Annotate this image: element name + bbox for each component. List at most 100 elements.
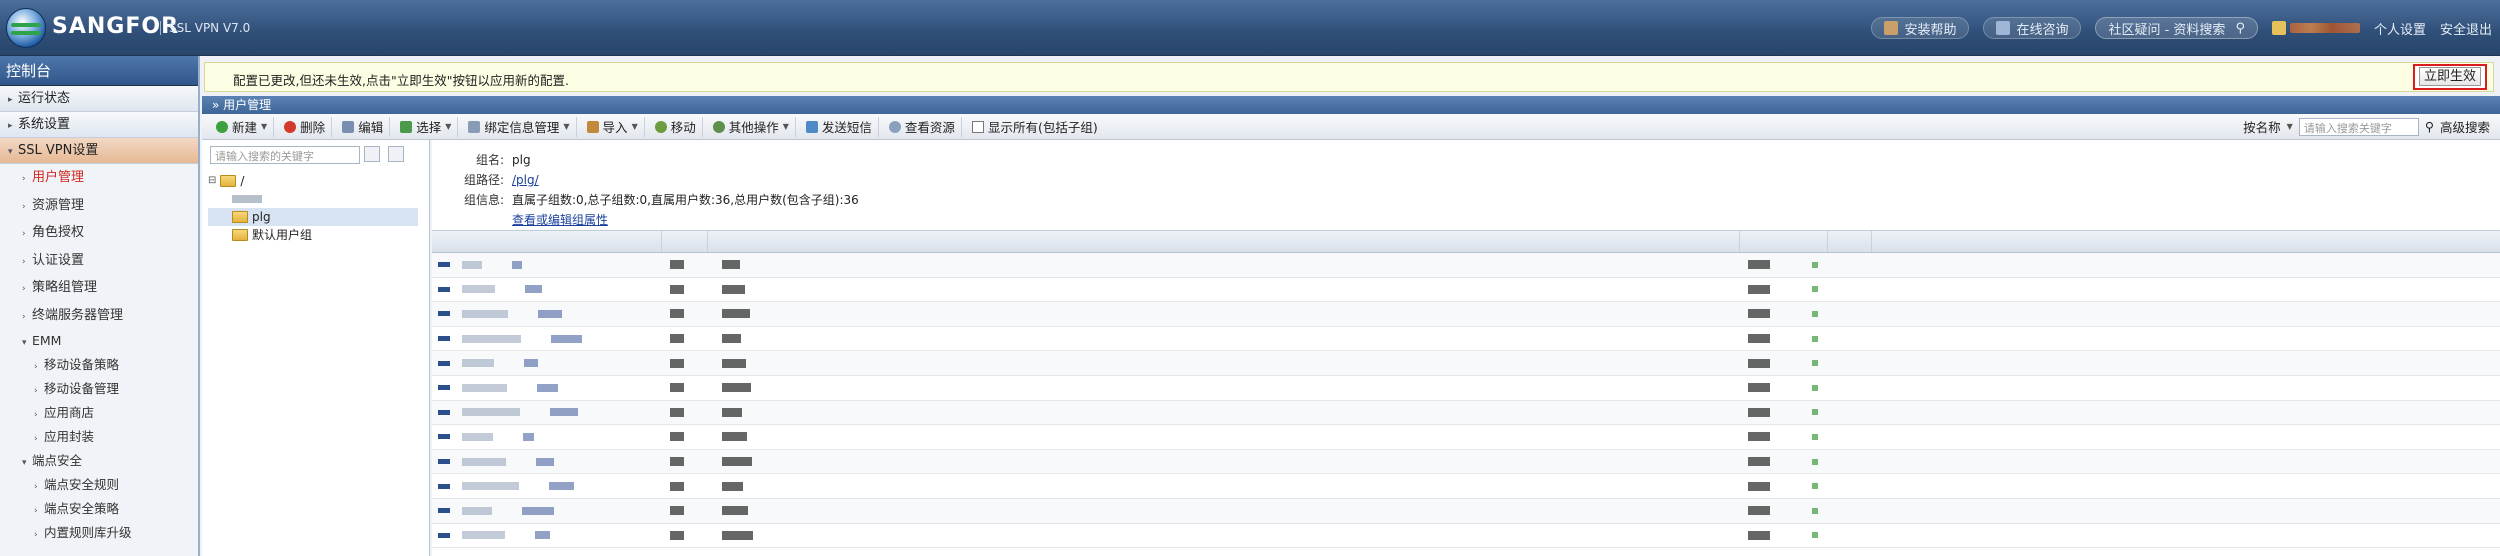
edit-label: 编辑 <box>358 120 384 135</box>
sidebar-item-policy-groups[interactable]: › 策略组管理 <box>0 274 198 302</box>
grid-header-cell[interactable] <box>432 231 662 252</box>
redacted-cell <box>462 531 505 540</box>
row-marker <box>438 459 450 465</box>
sidebar-sub-endpoint-policy[interactable]: › 端点安全策略 <box>0 497 198 521</box>
table-row[interactable] <box>432 498 2500 524</box>
redacted-cell <box>1748 432 1770 442</box>
send-sms-button[interactable]: 发送短信 <box>800 116 879 137</box>
move-button[interactable]: 移动 <box>649 116 703 137</box>
main-content: 配置已更改,但还未生效,点击"立即生效"按钮以应用新的配置. 立即生效 » 用户… <box>202 56 2500 556</box>
chevron-right-icon: › <box>34 410 38 420</box>
table-row[interactable] <box>432 524 2500 549</box>
show-all-toggle[interactable]: 显示所有(包括子组) <box>966 117 1104 137</box>
sidebar-group-endpoint[interactable]: ▾ 端点安全 <box>0 449 198 473</box>
tree-node-label: plg <box>252 210 271 224</box>
sidebar-section-sslvpn[interactable]: ▾ SSL VPN设置 <box>0 138 198 164</box>
table-row[interactable] <box>432 302 2500 327</box>
row-marker <box>438 262 450 268</box>
top-header: SANGFOR SSL VPN V7.0 安装帮助 在线咨询 社区疑问 - 资料… <box>0 0 2500 56</box>
sidebar-item-user-management[interactable]: › 用户管理 <box>0 164 198 192</box>
chevron-right-icon: › <box>22 201 26 212</box>
row-marker <box>438 311 450 317</box>
sidebar-sub-app-wrap[interactable]: › 应用封装 <box>0 425 198 449</box>
grid-header-cell[interactable] <box>1828 231 1872 252</box>
sidebar-sub-mobile-policy[interactable]: › 移动设备策略 <box>0 353 198 377</box>
tree-refresh-icon[interactable] <box>388 146 404 162</box>
table-row[interactable] <box>432 474 2500 499</box>
view-group-properties-link[interactable]: 查看或编辑组属性 <box>512 210 608 230</box>
status-icon <box>1812 335 1818 342</box>
logout-link[interactable]: 安全退出 <box>2440 19 2492 38</box>
table-row[interactable] <box>432 278 2500 303</box>
redacted-cell <box>462 383 507 392</box>
grid-header-cell[interactable] <box>1740 231 1828 252</box>
chevron-right-icon: › <box>34 530 38 540</box>
tree-search-input[interactable]: 请输入搜索的关键字 <box>210 146 360 164</box>
sidebar-item-auth[interactable]: › 认证设置 <box>0 247 198 275</box>
sidebar-sub-app-store[interactable]: › 应用商店 <box>0 401 198 425</box>
show-all-checkbox[interactable] <box>971 120 984 133</box>
select-button[interactable]: 选择 ▼ <box>394 116 459 137</box>
table-row[interactable] <box>432 449 2500 475</box>
apply-now-button[interactable]: 立即生效 <box>2413 64 2487 90</box>
table-row[interactable] <box>432 425 2500 450</box>
import-button[interactable]: 导入 ▼ <box>581 116 645 137</box>
sidebar-item-resources[interactable]: › 资源管理 <box>0 192 198 220</box>
tree-node-plg[interactable]: plg <box>208 208 418 226</box>
grid-header-cell[interactable] <box>662 231 708 252</box>
search-icon[interactable]: ⚲ <box>2425 119 2434 134</box>
view-resources-button[interactable]: 查看资源 <box>883 116 962 137</box>
sidebar-item-roles[interactable]: › 角色授权 <box>0 219 198 247</box>
community-search[interactable]: 社区疑问 - 资料搜索 ⚲ <box>2095 17 2258 39</box>
sidebar-section-system[interactable]: ▸ 系统设置 <box>0 112 198 138</box>
edit-button[interactable]: 编辑 <box>336 116 391 137</box>
status-icon <box>1812 433 1818 440</box>
sidebar-sub-endpoint-rules[interactable]: › 端点安全规则 <box>0 473 198 497</box>
online-consult-link[interactable]: 在线咨询 <box>1983 17 2082 39</box>
table-row[interactable] <box>432 351 2500 376</box>
new-button[interactable]: 新建 ▼ <box>210 116 275 137</box>
row-marker <box>438 286 450 292</box>
sidebar-sub-label: 移动设备管理 <box>44 381 120 396</box>
sidebar-section-status[interactable]: ▸ 运行状态 <box>0 86 198 112</box>
install-help-link[interactable]: 安装帮助 <box>1871 17 1970 39</box>
collapse-icon[interactable]: ⊟ <box>208 172 216 190</box>
sidebar-group-label: 端点安全 <box>32 453 83 468</box>
sidebar-sub-mobile-devices[interactable]: › 移动设备管理 <box>0 377 198 401</box>
community-search-label: 社区疑问 - 资料搜索 <box>2108 22 2226 38</box>
tree-search-icon[interactable] <box>364 146 380 162</box>
table-row[interactable] <box>432 253 2500 278</box>
current-user[interactable] <box>2271 21 2360 35</box>
bind-info-button[interactable]: 绑定信息管理 ▼ <box>462 116 577 137</box>
chevron-right-icon: › <box>22 284 26 294</box>
delete-button[interactable]: 删除 <box>278 116 333 137</box>
select-label: 选择 <box>416 120 442 135</box>
group-path-link[interactable]: /plg/ <box>512 170 539 190</box>
tree-node-root[interactable]: ⊟ / <box>208 172 418 190</box>
username-redacted <box>2289 23 2360 33</box>
sidebar-sub-rule-upgrade[interactable]: › 内置规则库升级 <box>0 521 198 545</box>
search-icon[interactable]: ⚲ <box>2235 21 2245 36</box>
table-row[interactable] <box>432 327 2500 352</box>
redacted-cell <box>522 506 554 515</box>
redacted-cell <box>462 506 492 515</box>
table-row[interactable] <box>432 376 2500 401</box>
tree-node-redacted[interactable] <box>208 190 418 208</box>
notice-text: 配置已更改,但还未生效,点击"立即生效"按钮以应用新的配置. <box>233 73 569 88</box>
row-marker <box>438 385 450 391</box>
sidebar-item-label: 资源管理 <box>32 197 85 213</box>
sidebar-section-label: SSL VPN设置 <box>18 143 99 158</box>
tree-node-default-group[interactable]: 默认用户组 <box>208 226 418 244</box>
table-row[interactable] <box>432 400 2500 426</box>
caret-down-icon[interactable]: ▼ <box>2287 122 2293 131</box>
other-actions-button[interactable]: 其他操作 ▼ <box>707 116 796 137</box>
search-by-select[interactable]: 按名称 <box>2243 117 2281 136</box>
search-input[interactable]: 请输入搜索关键字 <box>2298 117 2419 136</box>
advanced-search-link[interactable]: 高级搜索 <box>2440 117 2490 136</box>
sidebar-item-terminal-servers[interactable]: › 终端服务器管理 <box>0 302 198 330</box>
grid-header-cell[interactable] <box>708 231 1740 252</box>
sidebar-group-emm[interactable]: ▾ EMM <box>0 329 198 353</box>
eye-icon <box>888 120 901 133</box>
personal-settings-link[interactable]: 个人设置 <box>2374 19 2426 38</box>
status-icon <box>1812 409 1818 416</box>
